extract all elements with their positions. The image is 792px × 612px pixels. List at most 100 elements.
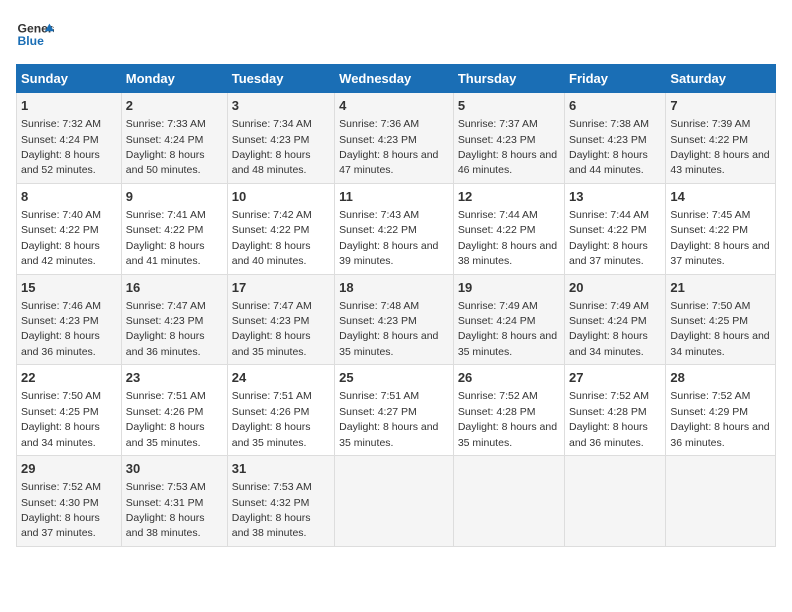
calendar-week-row: 8 Sunrise: 7:40 AM Sunset: 4:22 PM Dayli…: [17, 183, 776, 274]
calendar-cell: 1 Sunrise: 7:32 AM Sunset: 4:24 PM Dayli…: [17, 93, 122, 184]
calendar-cell: 22 Sunrise: 7:50 AM Sunset: 4:25 PM Dayl…: [17, 365, 122, 456]
calendar-cell: 28 Sunrise: 7:52 AM Sunset: 4:29 PM Dayl…: [666, 365, 776, 456]
day-sunrise: Sunrise: 7:50 AM: [670, 300, 750, 312]
day-sunset: Sunset: 4:22 PM: [670, 224, 748, 236]
day-sunrise: Sunrise: 7:39 AM: [670, 118, 750, 130]
day-number: 15: [21, 279, 117, 297]
day-sunset: Sunset: 4:24 PM: [126, 134, 204, 146]
day-sunset: Sunset: 4:23 PM: [232, 134, 310, 146]
day-number: 29: [21, 460, 117, 478]
day-sunset: Sunset: 4:23 PM: [458, 134, 536, 146]
day-number: 14: [670, 188, 771, 206]
day-sunrise: Sunrise: 7:49 AM: [458, 300, 538, 312]
day-daylight: Daylight: 8 hours and 39 minutes.: [339, 240, 438, 267]
day-daylight: Daylight: 8 hours and 35 minutes.: [126, 421, 205, 448]
calendar-cell: 30 Sunrise: 7:53 AM Sunset: 4:31 PM Dayl…: [121, 456, 227, 547]
day-sunset: Sunset: 4:27 PM: [339, 406, 417, 418]
calendar-cell: 4 Sunrise: 7:36 AM Sunset: 4:23 PM Dayli…: [335, 93, 454, 184]
day-sunrise: Sunrise: 7:52 AM: [458, 390, 538, 402]
day-daylight: Daylight: 8 hours and 38 minutes.: [458, 240, 557, 267]
calendar-cell: 5 Sunrise: 7:37 AM Sunset: 4:23 PM Dayli…: [453, 93, 564, 184]
day-sunset: Sunset: 4:28 PM: [458, 406, 536, 418]
calendar-cell: 17 Sunrise: 7:47 AM Sunset: 4:23 PM Dayl…: [227, 274, 334, 365]
day-number: 27: [569, 369, 661, 387]
day-number: 22: [21, 369, 117, 387]
day-daylight: Daylight: 8 hours and 37 minutes.: [21, 512, 100, 539]
day-sunrise: Sunrise: 7:47 AM: [232, 300, 312, 312]
day-number: 6: [569, 97, 661, 115]
calendar-cell: [335, 456, 454, 547]
day-sunset: Sunset: 4:22 PM: [670, 134, 748, 146]
day-sunrise: Sunrise: 7:43 AM: [339, 209, 419, 221]
day-number: 17: [232, 279, 330, 297]
day-sunrise: Sunrise: 7:51 AM: [126, 390, 206, 402]
day-sunrise: Sunrise: 7:52 AM: [569, 390, 649, 402]
calendar-header-friday: Friday: [565, 65, 666, 93]
day-number: 12: [458, 188, 560, 206]
calendar-cell: 14 Sunrise: 7:45 AM Sunset: 4:22 PM Dayl…: [666, 183, 776, 274]
day-sunrise: Sunrise: 7:47 AM: [126, 300, 206, 312]
day-number: 21: [670, 279, 771, 297]
logo-icon: General Blue: [16, 16, 54, 54]
calendar-cell: 29 Sunrise: 7:52 AM Sunset: 4:30 PM Dayl…: [17, 456, 122, 547]
day-sunrise: Sunrise: 7:34 AM: [232, 118, 312, 130]
day-sunrise: Sunrise: 7:37 AM: [458, 118, 538, 130]
day-daylight: Daylight: 8 hours and 40 minutes.: [232, 240, 311, 267]
day-sunrise: Sunrise: 7:44 AM: [569, 209, 649, 221]
header: General Blue: [16, 16, 776, 54]
calendar-cell: 2 Sunrise: 7:33 AM Sunset: 4:24 PM Dayli…: [121, 93, 227, 184]
day-daylight: Daylight: 8 hours and 46 minutes.: [458, 149, 557, 176]
calendar-body: 1 Sunrise: 7:32 AM Sunset: 4:24 PM Dayli…: [17, 93, 776, 547]
calendar-week-row: 15 Sunrise: 7:46 AM Sunset: 4:23 PM Dayl…: [17, 274, 776, 365]
day-number: 26: [458, 369, 560, 387]
day-number: 31: [232, 460, 330, 478]
calendar-header-tuesday: Tuesday: [227, 65, 334, 93]
day-daylight: Daylight: 8 hours and 35 minutes.: [339, 330, 438, 357]
day-daylight: Daylight: 8 hours and 34 minutes.: [569, 330, 648, 357]
calendar-week-row: 22 Sunrise: 7:50 AM Sunset: 4:25 PM Dayl…: [17, 365, 776, 456]
calendar-cell: 24 Sunrise: 7:51 AM Sunset: 4:26 PM Dayl…: [227, 365, 334, 456]
day-daylight: Daylight: 8 hours and 48 minutes.: [232, 149, 311, 176]
day-sunrise: Sunrise: 7:40 AM: [21, 209, 101, 221]
calendar-cell: 16 Sunrise: 7:47 AM Sunset: 4:23 PM Dayl…: [121, 274, 227, 365]
calendar-cell: [666, 456, 776, 547]
calendar-cell: 6 Sunrise: 7:38 AM Sunset: 4:23 PM Dayli…: [565, 93, 666, 184]
calendar-header-wednesday: Wednesday: [335, 65, 454, 93]
day-daylight: Daylight: 8 hours and 35 minutes.: [232, 421, 311, 448]
calendar-week-row: 1 Sunrise: 7:32 AM Sunset: 4:24 PM Dayli…: [17, 93, 776, 184]
day-sunset: Sunset: 4:24 PM: [569, 315, 647, 327]
calendar-cell: 8 Sunrise: 7:40 AM Sunset: 4:22 PM Dayli…: [17, 183, 122, 274]
day-number: 20: [569, 279, 661, 297]
day-number: 11: [339, 188, 449, 206]
day-daylight: Daylight: 8 hours and 50 minutes.: [126, 149, 205, 176]
day-daylight: Daylight: 8 hours and 34 minutes.: [670, 330, 769, 357]
calendar-table: SundayMondayTuesdayWednesdayThursdayFrid…: [16, 64, 776, 547]
calendar-week-row: 29 Sunrise: 7:52 AM Sunset: 4:30 PM Dayl…: [17, 456, 776, 547]
calendar-cell: 9 Sunrise: 7:41 AM Sunset: 4:22 PM Dayli…: [121, 183, 227, 274]
day-sunset: Sunset: 4:22 PM: [569, 224, 647, 236]
day-sunrise: Sunrise: 7:38 AM: [569, 118, 649, 130]
day-sunset: Sunset: 4:25 PM: [21, 406, 99, 418]
day-number: 9: [126, 188, 223, 206]
day-daylight: Daylight: 8 hours and 35 minutes.: [339, 421, 438, 448]
day-sunrise: Sunrise: 7:52 AM: [670, 390, 750, 402]
day-number: 3: [232, 97, 330, 115]
day-daylight: Daylight: 8 hours and 36 minutes.: [569, 421, 648, 448]
day-sunrise: Sunrise: 7:44 AM: [458, 209, 538, 221]
calendar-cell: 20 Sunrise: 7:49 AM Sunset: 4:24 PM Dayl…: [565, 274, 666, 365]
day-sunrise: Sunrise: 7:45 AM: [670, 209, 750, 221]
day-number: 23: [126, 369, 223, 387]
day-sunset: Sunset: 4:31 PM: [126, 497, 204, 509]
day-daylight: Daylight: 8 hours and 44 minutes.: [569, 149, 648, 176]
day-daylight: Daylight: 8 hours and 37 minutes.: [670, 240, 769, 267]
day-daylight: Daylight: 8 hours and 36 minutes.: [126, 330, 205, 357]
day-sunset: Sunset: 4:22 PM: [232, 224, 310, 236]
day-daylight: Daylight: 8 hours and 43 minutes.: [670, 149, 769, 176]
day-number: 16: [126, 279, 223, 297]
calendar-cell: 15 Sunrise: 7:46 AM Sunset: 4:23 PM Dayl…: [17, 274, 122, 365]
day-sunrise: Sunrise: 7:42 AM: [232, 209, 312, 221]
day-sunset: Sunset: 4:24 PM: [458, 315, 536, 327]
day-sunrise: Sunrise: 7:32 AM: [21, 118, 101, 130]
day-sunset: Sunset: 4:23 PM: [569, 134, 647, 146]
day-sunset: Sunset: 4:23 PM: [339, 315, 417, 327]
